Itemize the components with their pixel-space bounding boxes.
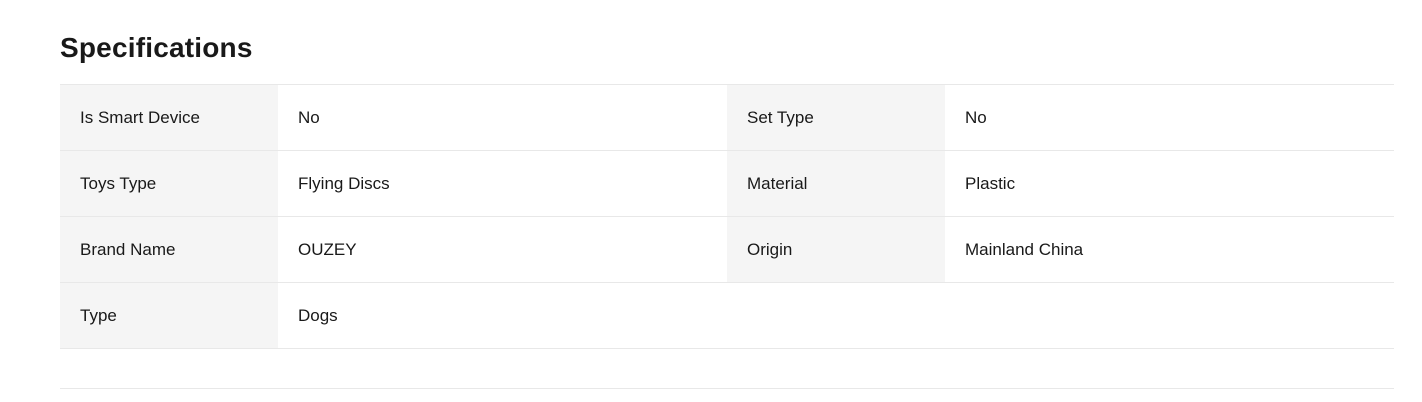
spec-value: Flying Discs (278, 151, 727, 216)
spec-row: Is Smart Device No Set Type No (60, 85, 1394, 151)
spec-row: Type Dogs (60, 283, 1394, 349)
spec-label: Material (727, 151, 945, 216)
spec-value: Plastic (945, 151, 1394, 216)
spec-row: Toys Type Flying Discs Material Plastic (60, 151, 1394, 217)
section-divider (60, 388, 1394, 389)
spec-label: Set Type (727, 85, 945, 150)
spec-label: Type (60, 283, 278, 348)
section-title: Specifications (60, 32, 253, 63)
spec-value: No (278, 85, 727, 150)
spec-row: Brand Name OUZEY Origin Mainland China (60, 217, 1394, 283)
spec-value: Dogs (278, 283, 727, 348)
spec-label: Origin (727, 217, 945, 282)
spec-value: No (945, 85, 1394, 150)
spec-label: Is Smart Device (60, 85, 278, 150)
specifications-table: Is Smart Device No Set Type No Toys Type… (60, 84, 1394, 349)
spec-value: Mainland China (945, 217, 1394, 282)
spec-value: OUZEY (278, 217, 727, 282)
spec-label: Brand Name (60, 217, 278, 282)
empty-cell (727, 283, 1394, 348)
spec-label: Toys Type (60, 151, 278, 216)
